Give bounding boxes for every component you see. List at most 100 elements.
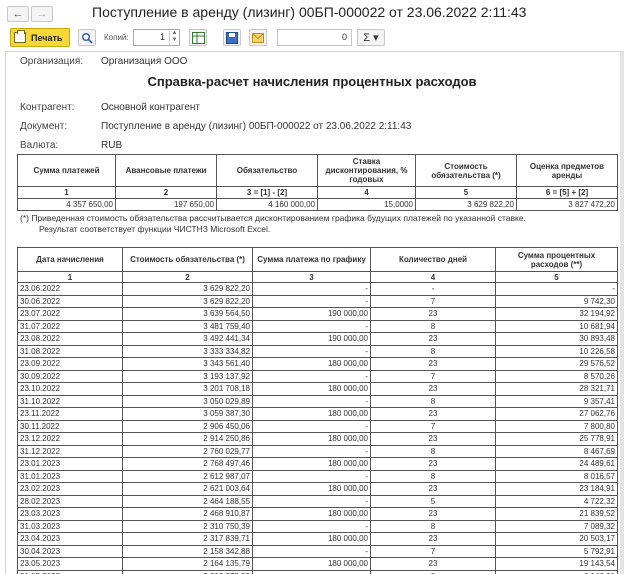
table-cell[interactable]: 31.07.2022: [17, 319, 123, 333]
table-cell[interactable]: 19 143,54: [495, 557, 618, 571]
table-cell[interactable]: 2 621 003,64: [122, 482, 253, 496]
copies-stepper[interactable]: ▲ ▼: [169, 30, 179, 45]
table-cell[interactable]: 31.05.2023: [17, 569, 123, 574]
table-cell[interactable]: 190 000,00: [252, 307, 371, 321]
table-cell[interactable]: 8: [370, 319, 496, 333]
table-cell[interactable]: 23.06.2022: [17, 282, 123, 296]
table-cell[interactable]: 28.02.2023: [17, 494, 123, 508]
table-cell[interactable]: 30.11.2022: [17, 419, 123, 433]
copies-input[interactable]: 1 ▲ ▼: [133, 29, 180, 46]
table-cell[interactable]: 23.03.2023: [17, 507, 123, 521]
table-cell[interactable]: -: [370, 282, 496, 296]
table-cell[interactable]: -: [252, 369, 371, 383]
table-cell[interactable]: 23: [370, 532, 496, 546]
table-cell[interactable]: 180 000,00: [252, 532, 371, 546]
save-button[interactable]: [223, 29, 241, 46]
table-cell[interactable]: 25 778,91: [495, 432, 618, 446]
table-cell[interactable]: 8: [370, 569, 496, 574]
table-cell[interactable]: 23 184,91: [495, 482, 618, 496]
table-cell[interactable]: 9 357,41: [495, 394, 618, 408]
table-cell[interactable]: -: [252, 544, 371, 558]
table-cell[interactable]: 23: [370, 457, 496, 471]
table-cell[interactable]: 8: [370, 344, 496, 358]
forward-button[interactable]: →: [31, 6, 53, 22]
table-cell[interactable]: 24 489,61: [495, 457, 618, 471]
table-cell[interactable]: 7: [370, 294, 496, 308]
table-cell[interactable]: -: [252, 494, 371, 508]
table-cell[interactable]: 3 343 561,40: [122, 357, 253, 371]
table-cell[interactable]: 2 158 342,88: [122, 544, 253, 558]
summary-value-cell[interactable]: 4 357 650,00: [17, 198, 116, 211]
table-cell[interactable]: 31.03.2023: [17, 519, 123, 533]
table-cell[interactable]: 7 800,80: [495, 419, 618, 433]
table-cell[interactable]: 8: [370, 519, 496, 533]
table-cell[interactable]: 8: [370, 394, 496, 408]
back-button[interactable]: ←: [7, 6, 29, 22]
table-cell[interactable]: 3 629 822,20: [122, 294, 253, 308]
vertical-scrollbar[interactable]: [620, 52, 624, 574]
table-cell[interactable]: 4 722,32: [495, 494, 618, 508]
table-cell[interactable]: 180 000,00: [252, 357, 371, 371]
table-cell[interactable]: 2 310 750,39: [122, 519, 253, 533]
summary-value-cell[interactable]: 3 629 822,20: [415, 198, 517, 211]
table-cell[interactable]: -: [252, 294, 371, 308]
table-cell[interactable]: 30.04.2023: [17, 544, 123, 558]
table-cell[interactable]: 7 089,32: [495, 519, 618, 533]
table-cell[interactable]: 23: [370, 332, 496, 346]
table-cell[interactable]: 23: [370, 432, 496, 446]
summary-value-cell[interactable]: 197 650,00: [115, 198, 217, 211]
table-cell[interactable]: 23: [370, 557, 496, 571]
table-cell[interactable]: -: [252, 469, 371, 483]
sum-mode-button[interactable]: Σ ▾: [357, 29, 385, 46]
table-cell[interactable]: 2 612 987,07: [122, 469, 253, 483]
table-cell[interactable]: 180 000,00: [252, 507, 371, 521]
table-cell[interactable]: 23: [370, 357, 496, 371]
table-cell[interactable]: 29 576,52: [495, 357, 618, 371]
table-cell[interactable]: 31.12.2022: [17, 444, 123, 458]
table-cell[interactable]: 30 893,48: [495, 332, 618, 346]
table-cell[interactable]: 180 000,00: [252, 557, 371, 571]
table-cell[interactable]: 23: [370, 307, 496, 321]
table-cell[interactable]: 23.04.2023: [17, 532, 123, 546]
table-cell[interactable]: 23.09.2022: [17, 357, 123, 371]
table-cell[interactable]: 23.07.2022: [17, 307, 123, 321]
print-button[interactable]: Печать: [10, 28, 70, 47]
summary-value-cell[interactable]: 4 160 000,00: [216, 198, 318, 211]
table-cell[interactable]: 30.06.2022: [17, 294, 123, 308]
table-cell[interactable]: 23: [370, 507, 496, 521]
table-cell[interactable]: 10 226,58: [495, 344, 618, 358]
summary-value-cell[interactable]: 15,0000: [317, 198, 416, 211]
table-cell[interactable]: 3 050 029,89: [122, 394, 253, 408]
table-cell[interactable]: 2 464 188,55: [122, 494, 253, 508]
table-cell[interactable]: -: [252, 444, 371, 458]
table-cell[interactable]: 3 193 137,92: [122, 369, 253, 383]
table-cell[interactable]: 27 062,76: [495, 407, 618, 421]
table-cell[interactable]: 31.10.2022: [17, 394, 123, 408]
table-cell[interactable]: 8 467,69: [495, 444, 618, 458]
table-cell[interactable]: 180 000,00: [252, 407, 371, 421]
table-cell[interactable]: 23: [370, 407, 496, 421]
table-cell[interactable]: 32 194,92: [495, 307, 618, 321]
table-cell[interactable]: 7: [370, 369, 496, 383]
table-cell[interactable]: 23.02.2023: [17, 482, 123, 496]
table-cell[interactable]: 2 906 450,06: [122, 419, 253, 433]
table-cell[interactable]: 3 059 387,30: [122, 407, 253, 421]
table-cell[interactable]: 2 768 497,46: [122, 457, 253, 471]
table-cell[interactable]: -: [252, 344, 371, 358]
table-cell[interactable]: 7: [370, 419, 496, 433]
table-cell[interactable]: 3 639 564,50: [122, 307, 253, 321]
table-cell[interactable]: 2 164 135,79: [122, 557, 253, 571]
report-sheet[interactable]: Организация: Организация ООО Справка-рас…: [5, 51, 624, 574]
send-email-button[interactable]: [249, 29, 267, 46]
table-cell[interactable]: 3 629 822,20: [122, 282, 253, 296]
table-cell[interactable]: 8: [370, 444, 496, 458]
table-cell[interactable]: 2 914 250,86: [122, 432, 253, 446]
table-cell[interactable]: 23.11.2022: [17, 407, 123, 421]
table-cell[interactable]: 2 317 839,71: [122, 532, 253, 546]
table-cell[interactable]: 7: [370, 544, 496, 558]
table-cell[interactable]: 2 760 029,77: [122, 444, 253, 458]
table-cell[interactable]: 3 201 708,18: [122, 382, 253, 396]
preview-button[interactable]: [78, 29, 96, 46]
table-cell[interactable]: 23: [370, 382, 496, 396]
table-cell[interactable]: 10 681,94: [495, 319, 618, 333]
